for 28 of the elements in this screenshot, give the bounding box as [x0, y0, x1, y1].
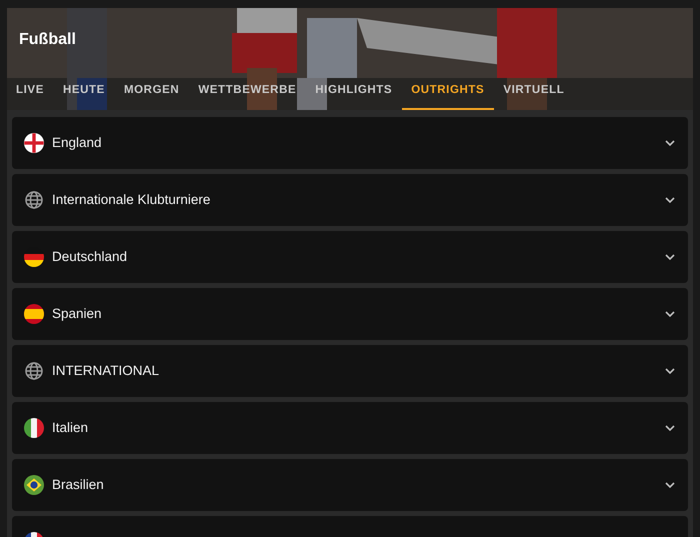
- page-title: Fußball: [19, 30, 76, 50]
- tab[interactable]: OUTRIGHTS: [402, 76, 494, 110]
- region-name: Spanien: [52, 304, 103, 323]
- region-row[interactable]: England: [12, 117, 688, 169]
- tab[interactable]: VIRTUELL: [494, 76, 574, 110]
- globe-icon: [24, 190, 44, 210]
- tab[interactable]: WETTBEWERBE: [189, 76, 306, 110]
- flag-icon: [24, 475, 44, 495]
- region-row[interactable]: Internationale Klubturniere: [12, 174, 688, 226]
- region-name: Deutschland: [52, 248, 128, 266]
- tab[interactable]: MORGEN: [114, 76, 190, 110]
- region-name: Brasilien: [52, 476, 105, 494]
- region-name: Internationale Klubturniere: [52, 190, 212, 209]
- region-row[interactable]: INTERNATIONAL: [12, 345, 688, 397]
- region-row[interactable]: Brasilien: [12, 459, 688, 511]
- region-name: Italien: [52, 418, 90, 437]
- flag-icon: [24, 418, 44, 438]
- region-row[interactable]: Deutschland: [12, 231, 688, 283]
- region-name: England: [52, 134, 103, 152]
- region-name: INTERNATIONAL: [52, 362, 160, 380]
- region-row[interactable]: Spanien: [12, 288, 688, 340]
- tab[interactable]: HEUTE: [54, 76, 115, 110]
- flag-icon: [24, 304, 44, 324]
- tab[interactable]: HIGHLIGHTS: [306, 76, 402, 110]
- region-row[interactable]: Italien: [12, 402, 688, 454]
- globe-icon: [24, 361, 44, 381]
- flag-icon: [24, 133, 44, 153]
- tab[interactable]: LIVE: [7, 76, 54, 110]
